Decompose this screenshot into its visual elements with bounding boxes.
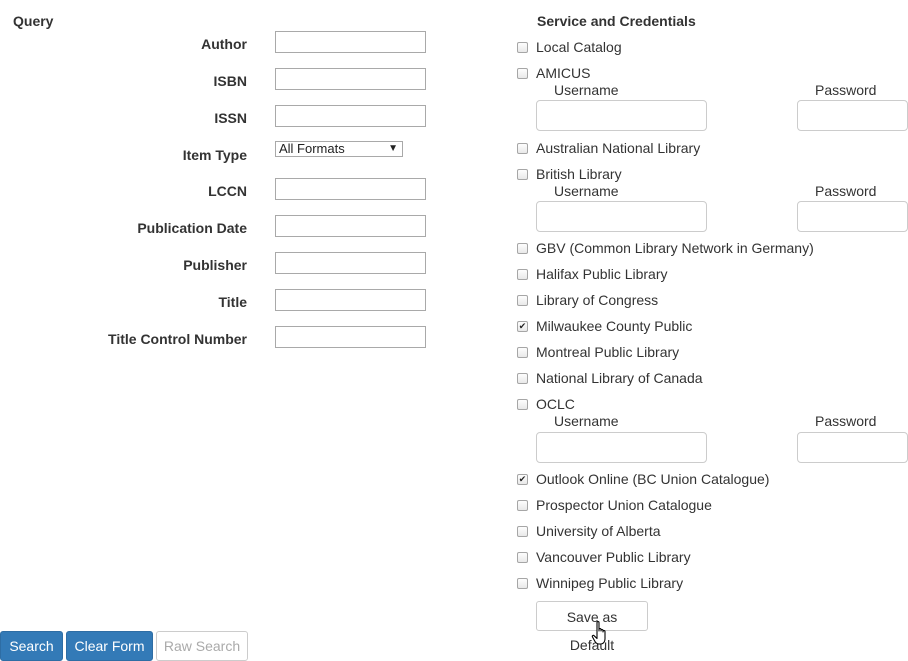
author-input[interactable] bbox=[275, 31, 426, 53]
service-prospector-union-catalogue[interactable]: Prospector Union Catalogue bbox=[517, 496, 712, 514]
clear-form-button[interactable]: Clear Form bbox=[66, 631, 153, 661]
checkbox[interactable] bbox=[517, 67, 528, 79]
service-winnipeg-public-library[interactable]: Winnipeg Public Library bbox=[517, 574, 683, 592]
checkbox[interactable] bbox=[517, 268, 528, 280]
check-icon: ✔ bbox=[518, 320, 527, 331]
publisher-input[interactable] bbox=[275, 252, 426, 274]
search-button[interactable]: Search bbox=[0, 631, 63, 661]
service-label: GBV (Common Library Network in Germany) bbox=[536, 240, 814, 256]
service-vancouver-public-library[interactable]: Vancouver Public Library bbox=[517, 548, 691, 566]
title-control-number-input[interactable] bbox=[275, 326, 426, 348]
title-input[interactable] bbox=[275, 289, 426, 311]
query-title: Query bbox=[13, 13, 54, 29]
service-milwaukee-county-public[interactable]: ✔ Milwaukee County Public bbox=[517, 317, 692, 335]
checkbox[interactable] bbox=[517, 346, 528, 358]
item-type-select[interactable]: All Formats ▼ bbox=[275, 141, 403, 157]
publisher-label: Publisher bbox=[183, 257, 247, 273]
publication-date-input[interactable] bbox=[275, 215, 426, 237]
services-title: Service and Credentials bbox=[537, 13, 696, 29]
author-label: Author bbox=[201, 36, 247, 52]
amicus-username-input[interactable] bbox=[536, 100, 707, 131]
service-label: Australian National Library bbox=[536, 140, 701, 156]
checkbox[interactable] bbox=[517, 551, 528, 563]
amicus-password-input[interactable] bbox=[797, 100, 908, 131]
checkbox[interactable] bbox=[517, 242, 528, 254]
service-label: Winnipeg Public Library bbox=[536, 575, 684, 591]
oclc-password-label: Password bbox=[815, 413, 877, 429]
service-label: Prospector Union Catalogue bbox=[536, 497, 712, 513]
service-library-of-congress[interactable]: Library of Congress bbox=[517, 291, 658, 309]
service-label: Vancouver Public Library bbox=[536, 549, 691, 565]
service-amicus[interactable]: AMICUS bbox=[517, 64, 590, 82]
lccn-input[interactable] bbox=[275, 178, 426, 200]
british-library-username-input[interactable] bbox=[536, 201, 707, 232]
british-library-username-label: Username bbox=[554, 183, 619, 199]
issn-label: ISSN bbox=[214, 110, 247, 126]
service-label: British Library bbox=[536, 166, 622, 182]
checkbox[interactable] bbox=[517, 372, 528, 384]
checkbox[interactable] bbox=[517, 499, 528, 511]
service-local-catalog[interactable]: Local Catalog bbox=[517, 38, 622, 56]
publication-date-label: Publication Date bbox=[137, 220, 247, 236]
issn-input[interactable] bbox=[275, 105, 426, 127]
oclc-password-input[interactable] bbox=[797, 432, 908, 463]
service-halifax-public-library[interactable]: Halifax Public Library bbox=[517, 265, 668, 283]
oclc-username-label: Username bbox=[554, 413, 619, 429]
item-type-label: Item Type bbox=[182, 147, 247, 163]
item-type-value: All Formats bbox=[279, 141, 345, 156]
check-icon: ✔ bbox=[518, 473, 527, 484]
oclc-username-input[interactable] bbox=[536, 432, 707, 463]
service-label: Outlook Online (BC Union Catalogue) bbox=[536, 471, 770, 487]
service-british-library[interactable]: British Library bbox=[517, 165, 622, 183]
title-control-number-label: Title Control Number bbox=[108, 331, 247, 347]
service-label: Local Catalog bbox=[536, 39, 622, 55]
amicus-password-label: Password bbox=[815, 82, 877, 98]
service-australian-national-library[interactable]: Australian National Library bbox=[517, 139, 700, 157]
british-library-password-input[interactable] bbox=[797, 201, 908, 232]
service-outlook-online[interactable]: ✔ Outlook Online (BC Union Catalogue) bbox=[517, 470, 769, 488]
checkbox[interactable] bbox=[517, 168, 528, 180]
isbn-label: ISBN bbox=[213, 73, 247, 89]
hand-cursor-icon bbox=[591, 621, 606, 645]
checkbox[interactable] bbox=[517, 294, 528, 306]
checkbox[interactable]: ✔ bbox=[517, 473, 528, 485]
service-montreal-public-library[interactable]: Montreal Public Library bbox=[517, 343, 679, 361]
lccn-label: LCCN bbox=[208, 183, 247, 199]
service-label: OCLC bbox=[536, 396, 575, 412]
service-label: Library of Congress bbox=[536, 292, 659, 308]
service-label: Montreal Public Library bbox=[536, 344, 680, 360]
service-label: Milwaukee County Public bbox=[536, 318, 693, 334]
checkbox[interactable] bbox=[517, 41, 528, 53]
checkbox[interactable] bbox=[517, 525, 528, 537]
raw-search-button[interactable]: Raw Search bbox=[156, 631, 248, 661]
checkbox[interactable]: ✔ bbox=[517, 320, 528, 332]
service-oclc[interactable]: OCLC bbox=[517, 395, 575, 413]
service-gbv[interactable]: GBV (Common Library Network in Germany) bbox=[517, 239, 814, 257]
title-label: Title bbox=[218, 294, 247, 310]
amicus-username-label: Username bbox=[554, 82, 619, 98]
british-library-password-label: Password bbox=[815, 183, 877, 199]
checkbox[interactable] bbox=[517, 577, 528, 589]
service-label: AMICUS bbox=[536, 65, 591, 81]
service-label: National Library of Canada bbox=[536, 370, 703, 386]
checkbox[interactable] bbox=[517, 398, 528, 410]
service-university-of-alberta[interactable]: University of Alberta bbox=[517, 522, 661, 540]
service-label: University of Alberta bbox=[536, 523, 661, 539]
service-label: Halifax Public Library bbox=[536, 266, 668, 282]
chevron-down-icon: ▼ bbox=[388, 143, 398, 154]
checkbox[interactable] bbox=[517, 142, 528, 154]
service-national-library-of-canada[interactable]: National Library of Canada bbox=[517, 369, 703, 387]
isbn-input[interactable] bbox=[275, 68, 426, 90]
